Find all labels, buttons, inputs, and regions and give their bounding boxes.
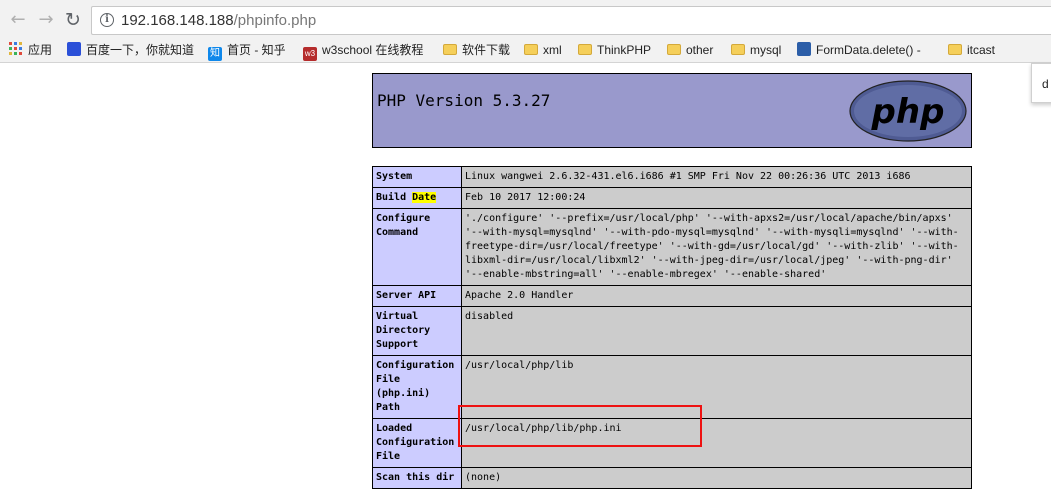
bookmark-apps[interactable]: 应用 [9,41,52,60]
url-path: /phpinfo.php [233,12,317,29]
reload-icon[interactable]: ↻ [62,9,84,31]
bookmark-label: 应用 [28,43,53,57]
bookmark-folder-mysql[interactable]: mysql [731,41,781,60]
annotation-highlight-box [458,405,702,447]
php-logo-icon: php [849,80,967,142]
row-key: Configure Command [372,208,462,286]
bookmark-label: other [686,43,714,57]
back-arrow-icon[interactable]: ← [7,9,29,31]
row-key: Virtual Directory Support [372,306,462,356]
mdn-icon [797,42,811,56]
address-bar[interactable]: i 192.168.148.188/phpinfo.php [91,6,1051,35]
bookmark-label: mysql [750,43,782,57]
bookmark-label: 首页 - 知乎 [227,43,286,57]
row-value: Linux wangwei 2.6.32-431.el6.i686 #1 SMP… [461,166,972,188]
folder-icon [948,44,962,55]
browser-toolbar: ← → ↻ i 192.168.148.188/phpinfo.php [0,0,1051,39]
row-value: './configure' '--prefix=/usr/local/php' … [461,208,972,286]
bookmark-folder-xml[interactable]: xml [524,41,562,60]
search-highlight: Date [412,192,437,203]
row-key: System [372,166,462,188]
table-row: Server API Apache 2.0 Handler [372,285,972,307]
folder-icon [443,44,457,55]
forward-arrow-icon[interactable]: → [35,9,57,31]
table-row: Scan this dir (none) [372,467,972,489]
bookmark-label: FormData.delete() - [816,43,921,57]
row-value: disabled [461,306,972,356]
row-key: Loaded Configuration File [372,418,462,468]
row-value: Feb 10 2017 12:00:24 [461,187,972,209]
table-row: Build Date Feb 10 2017 12:00:24 [372,187,972,209]
w3school-icon: w3 [303,47,317,61]
row-key: Scan this dir [372,467,462,489]
folder-icon [667,44,681,55]
info-icon[interactable]: i [100,13,114,27]
bookmark-formdata[interactable]: FormData.delete() - [797,41,921,60]
bookmark-folder-thinkphp[interactable]: ThinkPHP [578,41,651,60]
url-host: 192.168.148.188 [121,12,234,29]
row-value: (none) [461,467,972,489]
bookmark-label: 软件下载 [462,43,511,57]
popup-tooltip: d [1031,63,1051,103]
bookmarks-bar: 应用 百度一下，你就知道 知首页 - 知乎 w3 w3school 在线教程 软件… [0,39,1051,63]
bookmark-folder-other[interactable]: other [667,41,713,60]
row-key: Server API [372,285,462,307]
zhihu-icon: 知 [208,47,222,61]
table-row: Configure Command './configure' '--prefi… [372,208,972,286]
table-row: Virtual Directory Support disabled [372,306,972,356]
folder-icon [731,44,745,55]
bookmark-label: itcast [967,43,996,57]
bookmark-zhihu[interactable]: 知首页 - 知乎 [208,41,286,61]
apps-grid-icon [9,42,23,56]
bookmark-label: ThinkPHP [597,43,652,57]
baidu-paw-icon [67,42,81,56]
row-key: Build Date [372,187,462,209]
folder-icon [524,44,538,55]
bookmark-label: 百度一下，你就知道 [86,43,195,57]
logo-text: php [871,92,945,132]
bookmark-w3school[interactable]: w3 w3school 在线教程 [303,41,424,61]
page-title: PHP Version 5.3.27 [377,91,551,110]
bookmark-label: w3school 在线教程 [322,43,424,57]
row-key-text: Build [376,192,413,203]
phpinfo-header: PHP Version 5.3.27 php [372,73,972,148]
table-row: System Linux wangwei 2.6.32-431.el6.i686… [372,166,972,188]
bookmark-folder-itcast[interactable]: itcast [948,41,995,60]
row-value: Apache 2.0 Handler [461,285,972,307]
folder-icon [578,44,592,55]
row-key: Configuration File (php.ini) Path [372,355,462,419]
bookmark-baidu[interactable]: 百度一下，你就知道 [67,41,194,60]
bookmark-folder-software[interactable]: 软件下载 [443,41,510,60]
url-text[interactable]: 192.168.148.188/phpinfo.php [121,12,316,29]
bookmark-label: xml [543,43,562,57]
